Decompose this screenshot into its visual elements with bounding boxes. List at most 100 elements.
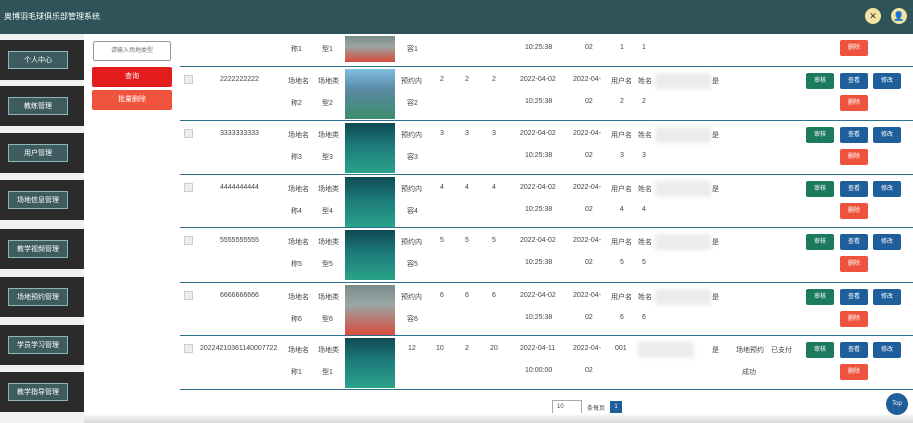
row-checkbox[interactable] xyxy=(184,75,193,84)
table-cell: 用户名 xyxy=(611,78,632,85)
audit-button[interactable]: 审核 xyxy=(806,127,834,143)
table-cell: 姓名 xyxy=(638,132,652,139)
row-checkbox[interactable] xyxy=(184,183,193,192)
venue-thumbnail xyxy=(345,230,395,280)
edit-button[interactable]: 修改 xyxy=(873,289,901,305)
table-cell: 场地名 xyxy=(288,132,309,139)
table-cell: 001 xyxy=(615,345,627,352)
view-button[interactable]: 查看 xyxy=(840,342,868,358)
view-button[interactable]: 查看 xyxy=(840,73,868,89)
sidebar-item-label: 场地信息管理 xyxy=(8,191,68,209)
table-cell: 5 xyxy=(492,237,496,244)
table-cell: 称2 xyxy=(291,100,302,107)
query-button[interactable]: 查询 xyxy=(92,67,172,87)
audit-button[interactable]: 审核 xyxy=(806,289,834,305)
time-cell: 10:00:00 xyxy=(525,367,553,374)
id-cell: 6666666666 xyxy=(220,292,259,299)
sidebar-item-venue-info[interactable]: 场地信息管理 xyxy=(0,180,84,220)
sidebar-item-coach-management[interactable]: 教练管理 xyxy=(0,86,84,126)
table-cell: 02 xyxy=(585,152,593,159)
table-cell: 5 xyxy=(642,259,646,266)
table-cell: 场地类 xyxy=(318,239,339,246)
edit-button[interactable]: 修改 xyxy=(873,234,901,250)
row-checkbox[interactable] xyxy=(184,344,193,353)
time-cell: 10:25:38 xyxy=(525,152,553,159)
delete-button[interactable]: 删除 xyxy=(840,149,868,165)
edit-button[interactable]: 修改 xyxy=(873,127,901,143)
table-cell: 场地名 xyxy=(288,78,309,85)
delete-button[interactable]: 删除 xyxy=(840,256,868,272)
view-button[interactable]: 查看 xyxy=(840,234,868,250)
table-cell: 用户名 xyxy=(611,186,632,193)
delete-button[interactable]: 删除 xyxy=(840,203,868,219)
table-row: 2222222222 场地名 称2 场地类 型2 预约内 容2 2 2 2 20… xyxy=(180,66,913,120)
table-cell: 姓名 xyxy=(638,78,652,85)
search-input[interactable] xyxy=(93,41,171,61)
table-cell: 3 xyxy=(465,130,469,137)
row-checkbox[interactable] xyxy=(184,291,193,300)
audit-button[interactable]: 审核 xyxy=(806,342,834,358)
table-cell: 2 xyxy=(492,76,496,83)
table-cell: 2022-04- xyxy=(573,184,602,191)
sidebar-item-user-management[interactable]: 用户管理 xyxy=(0,133,84,173)
view-button[interactable]: 查看 xyxy=(840,289,868,305)
audit-button[interactable]: 审核 xyxy=(806,234,834,250)
table-cell: 场地类 xyxy=(318,78,339,85)
sidebar-item-label: 用户管理 xyxy=(8,144,68,162)
table-cell: 02 xyxy=(585,98,593,105)
edit-button[interactable]: 修改 xyxy=(873,73,901,89)
batch-delete-button[interactable]: 批量删除 xyxy=(92,90,172,110)
sidebar-item-venue-booking[interactable]: 场地预约管理 xyxy=(0,277,84,317)
time-cell: 10:25:38 xyxy=(525,206,553,213)
table-cell: 6 xyxy=(465,292,469,299)
sidebar-item-student-learning[interactable]: 学员学习管理 xyxy=(0,325,84,365)
delete-button[interactable]: 删除 xyxy=(840,95,868,111)
delete-button[interactable]: 删除 xyxy=(840,40,868,56)
table-cell: 2 xyxy=(620,98,624,105)
table-cell: 是 xyxy=(712,347,719,354)
view-button[interactable]: 查看 xyxy=(840,181,868,197)
table-row: 3333333333 场地名 称3 场地类 型3 预约内 容3 3 3 3 20… xyxy=(180,120,913,174)
table-cell: 称5 xyxy=(291,261,302,268)
delete-button[interactable]: 删除 xyxy=(840,311,868,327)
sidebar-item-label: 学员学习管理 xyxy=(8,336,68,354)
table-cell: 02 xyxy=(585,314,593,321)
id-cell: 3333333333 xyxy=(220,130,259,137)
redacted-area xyxy=(638,342,694,358)
row-checkbox[interactable] xyxy=(184,129,193,138)
audit-button[interactable]: 审核 xyxy=(806,181,834,197)
delete-button[interactable]: 删除 xyxy=(840,364,868,380)
booking-status-cell: 场地预约 xyxy=(736,347,764,354)
table-cell: 型4 xyxy=(322,208,333,215)
back-to-top-button[interactable]: Top xyxy=(886,393,908,415)
id-cell: 20224210361140007722 xyxy=(200,345,278,352)
edit-button[interactable]: 修改 xyxy=(873,181,901,197)
edit-button[interactable]: 修改 xyxy=(873,342,901,358)
table-cell: 4 xyxy=(492,184,496,191)
table-row: 称1 型1 容1 10:25:38 02 1 1 删除 xyxy=(180,34,913,66)
sidebar-item-personal-center[interactable]: 个人中心 xyxy=(0,40,84,80)
app-title: 奥博羽毛球俱乐部管理系统 xyxy=(4,12,100,21)
table-cell: 场地类 xyxy=(318,186,339,193)
cross-arrows-icon[interactable]: ✕ xyxy=(865,8,881,24)
sidebar-item-teaching-guidance[interactable]: 教学指导管理 xyxy=(0,372,84,412)
id-cell: 4444444444 xyxy=(220,184,259,191)
table-cell: 4 xyxy=(642,206,646,213)
table-cell: 2022-04- xyxy=(573,292,602,299)
page-size-select[interactable]: 10 xyxy=(552,400,582,414)
audit-button[interactable]: 审核 xyxy=(806,73,834,89)
venue-thumbnail xyxy=(345,123,395,173)
table-cell: 02 xyxy=(585,44,593,51)
table-cell: 用户名 xyxy=(611,294,632,301)
page-number[interactable]: 1 xyxy=(610,401,623,413)
row-checkbox[interactable] xyxy=(184,236,193,245)
view-button[interactable]: 查看 xyxy=(840,127,868,143)
venue-thumbnail xyxy=(345,36,395,62)
sidebar-item-teaching-video[interactable]: 教学视频管理 xyxy=(0,229,84,269)
table-row: 4444444444 场地名 称4 场地类 型4 预约内 容4 4 4 4 20… xyxy=(180,174,913,227)
table-cell: 5 xyxy=(440,237,444,244)
table-cell: 容2 xyxy=(407,100,418,107)
sidebar-item-label: 教练管理 xyxy=(8,97,68,115)
table-cell: 1 xyxy=(642,44,646,51)
user-icon[interactable]: 👤 xyxy=(891,8,907,24)
